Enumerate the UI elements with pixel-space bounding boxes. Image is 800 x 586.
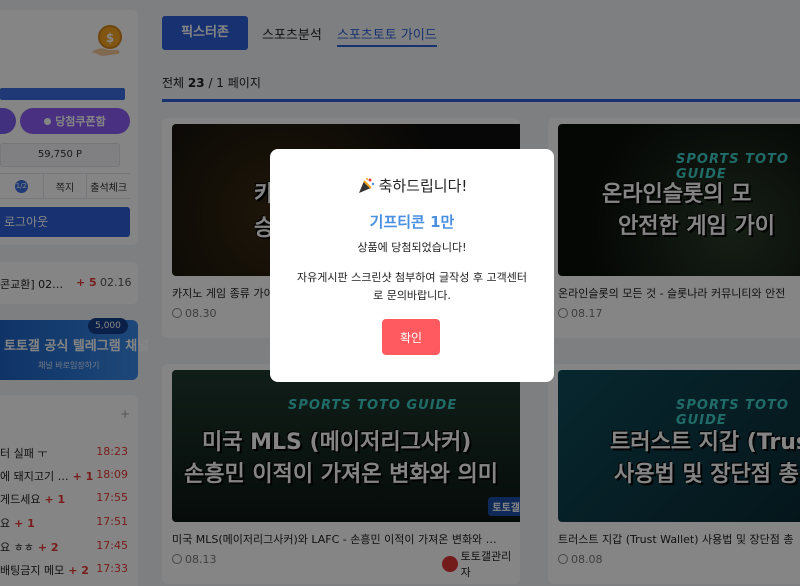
- modal-title-text: 축하드립니다!: [378, 177, 468, 195]
- prize-modal: 축하드립니다! 기프티콘 1만 상품에 당첨되었습니다! 자유게시판 스크린샷 …: [270, 149, 554, 382]
- party-popper-icon: [358, 177, 374, 193]
- confirm-button[interactable]: 확인: [382, 319, 440, 355]
- prize-name: 기프티콘 1만: [369, 213, 455, 231]
- won-message: 상품에 당첨되었습니다!: [357, 241, 467, 254]
- instruction-message: 자유게시판 스크린샷 첨부하여 글작성 후 고객센터로 문의바랍니다.: [296, 271, 527, 302]
- modal-title: 축하드립니다!: [270, 175, 554, 196]
